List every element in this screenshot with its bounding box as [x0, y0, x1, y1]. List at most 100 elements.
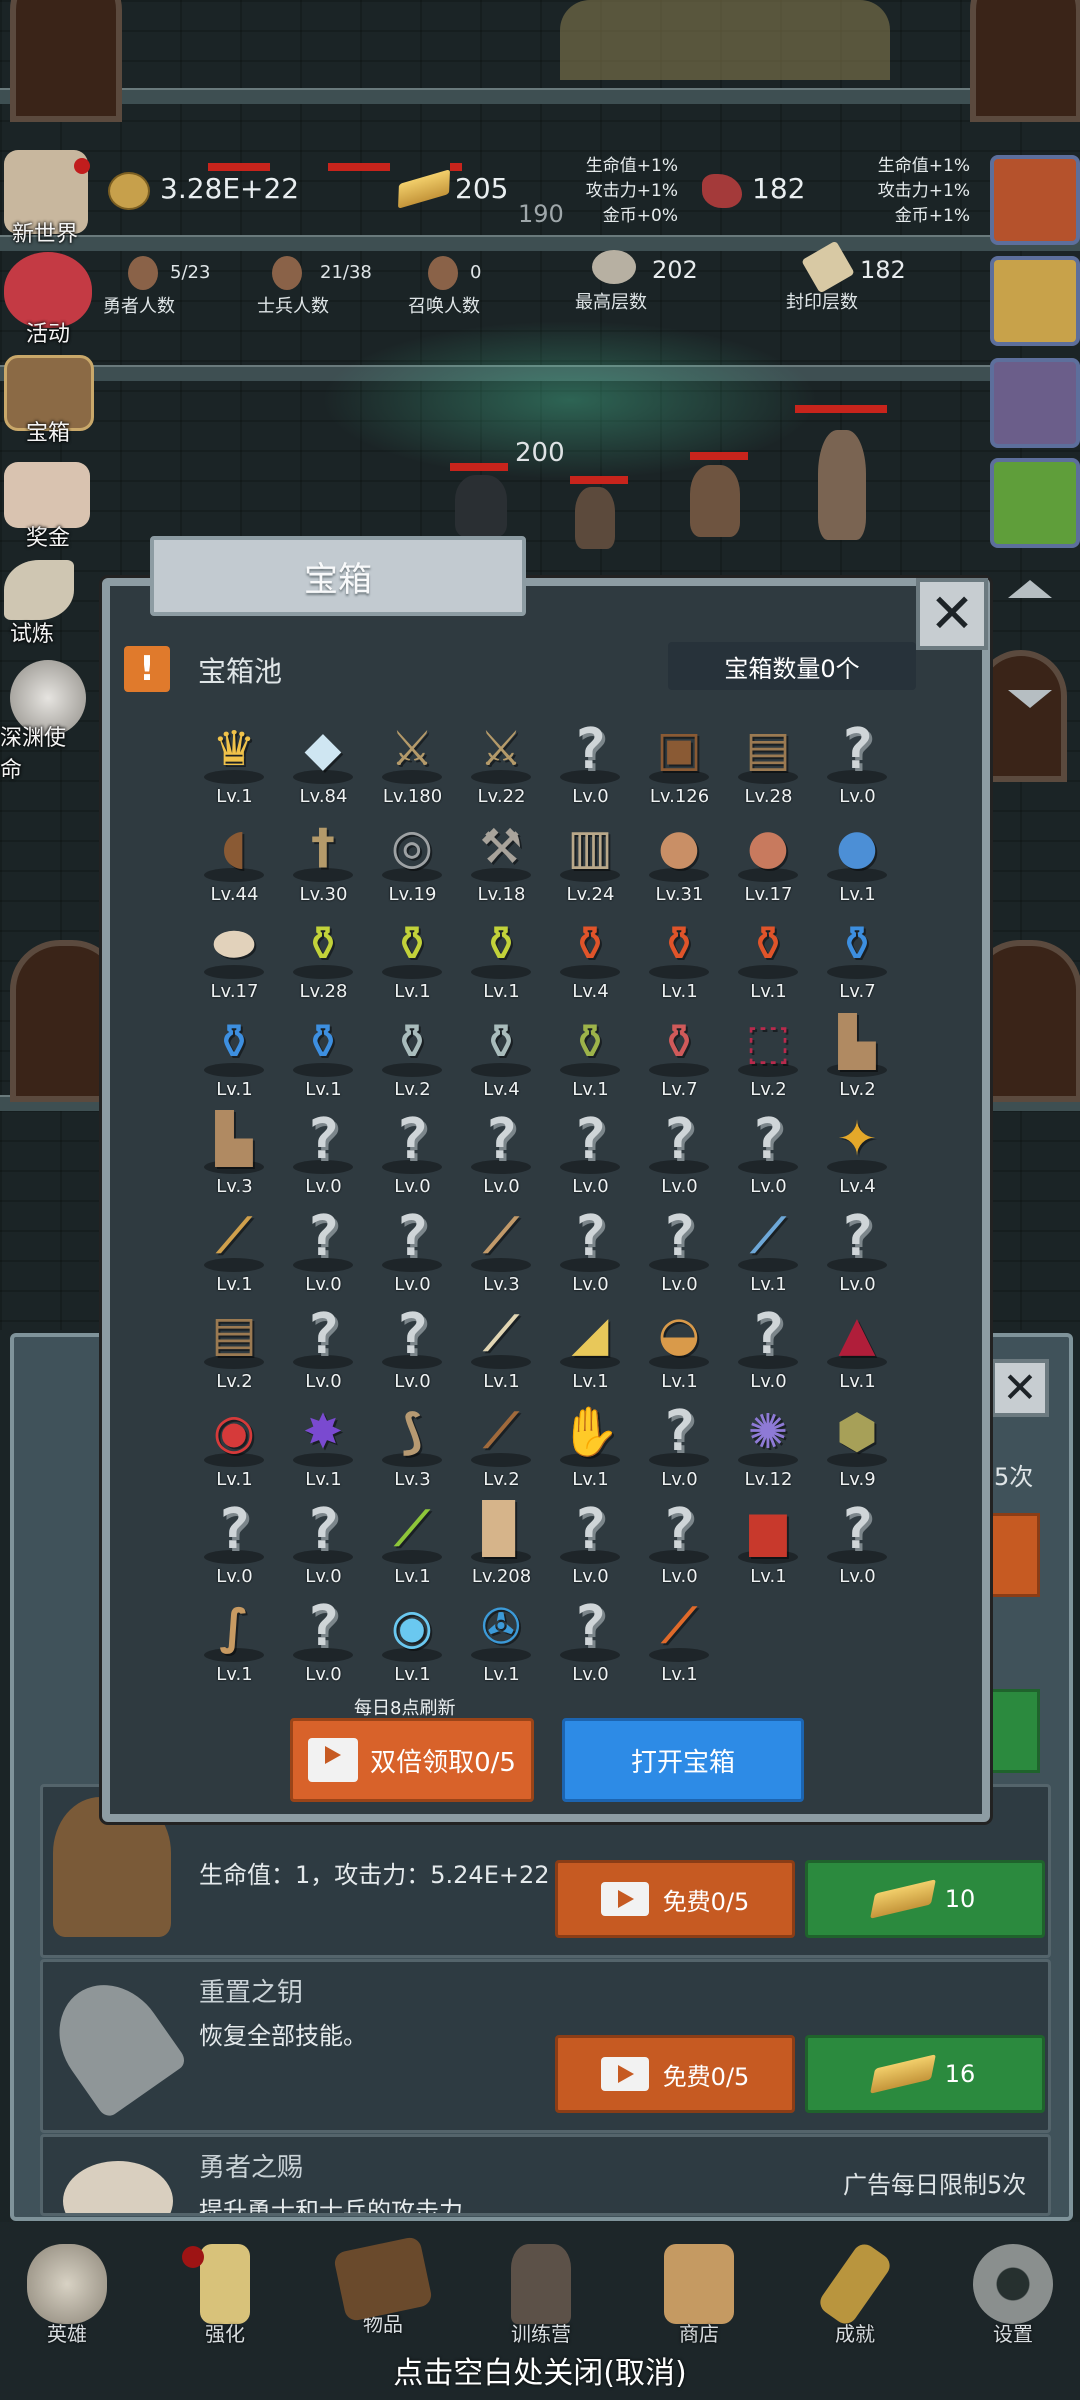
side-menu-new-world[interactable]: 新世界: [4, 150, 90, 247]
chest-item-slot[interactable]: ⚱ Lv.7: [813, 909, 902, 1007]
chest-item-slot[interactable]: ◒ Lv.1: [635, 1299, 724, 1397]
chest-item-slot[interactable]: ? Lv.0: [457, 1104, 546, 1202]
chest-item-slot[interactable]: ⟆ Lv.3: [368, 1397, 457, 1495]
chest-item-slot[interactable]: ⟋ Lv.1: [190, 1202, 279, 1300]
chest-item-slot[interactable]: ✇ Lv.1: [457, 1592, 546, 1690]
chest-item-slot[interactable]: ? Lv.0: [546, 1104, 635, 1202]
chest-item-slot[interactable]: ⟋ Lv.1: [724, 1202, 813, 1300]
chest-item-slot[interactable]: ? Lv.0: [724, 1104, 813, 1202]
chest-item-slot[interactable]: ? Lv.0: [546, 714, 635, 812]
chest-item-slot[interactable]: ⬢ Lv.9: [813, 1397, 902, 1495]
hero-free-button[interactable]: 免费0/5: [555, 1860, 795, 1938]
chest-item-slot[interactable]: ? Lv.0: [279, 1202, 368, 1300]
chest-item-slot[interactable]: ▤ Lv.28: [724, 714, 813, 812]
chest-item-slot[interactable]: ? Lv.0: [279, 1299, 368, 1397]
chest-item-slot[interactable]: ⚱ Lv.1: [546, 1007, 635, 1105]
chest-item-slot[interactable]: ◖ Lv.44: [190, 812, 279, 910]
chest-item-slot[interactable]: ⚱ Lv.1: [635, 909, 724, 1007]
chest-item-slot[interactable]: ⬚ Lv.2: [724, 1007, 813, 1105]
chest-item-slot[interactable]: ⚱ Lv.4: [457, 1007, 546, 1105]
side-menu-chest[interactable]: 宝箱: [4, 355, 94, 446]
double-claim-button[interactable]: 双倍领取0/5: [290, 1718, 534, 1802]
chest-item-slot[interactable]: ◢ Lv.1: [546, 1299, 635, 1397]
chest-item-slot[interactable]: ? Lv.0: [724, 1299, 813, 1397]
chest-item-slot[interactable]: ⚔ Lv.180: [368, 714, 457, 812]
chest-item-slot[interactable]: ? Lv.0: [368, 1299, 457, 1397]
chest-item-slot[interactable]: ◎ Lv.19: [368, 812, 457, 910]
chest-item-slot[interactable]: ⚱ Lv.1: [457, 909, 546, 1007]
chest-item-slot[interactable]: ⚱ Lv.1: [190, 1007, 279, 1105]
chest-item-slot[interactable]: ⟋ Lv.1: [635, 1592, 724, 1690]
nav-upgrade[interactable]: 强化: [170, 2244, 280, 2347]
chest-item-slot[interactable]: ◉ Lv.1: [368, 1592, 457, 1690]
chest-item-slot[interactable]: ● Lv.1: [813, 812, 902, 910]
chest-item-slot[interactable]: ? Lv.0: [635, 1494, 724, 1592]
chest-item-slot[interactable]: ▣ Lv.126: [635, 714, 724, 812]
chest-item-slot[interactable]: ? Lv.0: [279, 1104, 368, 1202]
chest-item-slot[interactable]: ⟋ Lv.1: [457, 1299, 546, 1397]
chest-item-slot[interactable]: ▙ Lv.3: [190, 1104, 279, 1202]
chest-item-slot[interactable]: ? Lv.0: [190, 1494, 279, 1592]
candle-icon[interactable]: [990, 256, 1080, 346]
chest-item-slot[interactable]: ? Lv.0: [368, 1202, 457, 1300]
chest-item-slot[interactable]: ▉ Lv.208: [457, 1494, 546, 1592]
chest-item-slot[interactable]: ▥ Lv.24: [546, 812, 635, 910]
chest-item-slot[interactable]: ▙ Lv.2: [813, 1007, 902, 1105]
chest-item-slot[interactable]: ▤ Lv.2: [190, 1299, 279, 1397]
chest-item-slot[interactable]: † Lv.30: [279, 812, 368, 910]
reset-key-free-button[interactable]: 免费0/5: [555, 2035, 795, 2113]
chest-item-slot[interactable]: ● Lv.31: [635, 812, 724, 910]
chest-item-slot[interactable]: ⚱ Lv.2: [368, 1007, 457, 1105]
chest-item-slot[interactable]: ⚒ Lv.18: [457, 812, 546, 910]
onion-icon[interactable]: [990, 155, 1080, 245]
chest-item-slot[interactable]: ? Lv.0: [546, 1202, 635, 1300]
side-menu-bonus[interactable]: 奖金: [4, 462, 90, 551]
chest-item-slot[interactable]: ▆ Lv.1: [724, 1494, 813, 1592]
chest-item-slot[interactable]: ◉ Lv.1: [190, 1397, 279, 1495]
chest-item-slot[interactable]: ? Lv.0: [546, 1494, 635, 1592]
chest-item-slot[interactable]: ⚱ Lv.1: [368, 909, 457, 1007]
chest-item-slot[interactable]: ? Lv.0: [635, 1397, 724, 1495]
chest-item-slot[interactable]: ∫ Lv.1: [190, 1592, 279, 1690]
chest-item-slot[interactable]: ? Lv.0: [368, 1104, 457, 1202]
chest-item-slot[interactable]: ? Lv.0: [635, 1202, 724, 1300]
scroll-up-arrow-icon[interactable]: [1008, 580, 1052, 598]
nav-settings[interactable]: 设置: [958, 2244, 1068, 2347]
slime-icon[interactable]: [990, 458, 1080, 548]
nav-training-camp[interactable]: 训练营: [486, 2244, 596, 2347]
chest-item-slot[interactable]: ? Lv.0: [813, 1202, 902, 1300]
chest-item-slot[interactable]: ✦ Lv.4: [813, 1104, 902, 1202]
chest-item-slot[interactable]: ⬬ Lv.17: [190, 909, 279, 1007]
chest-item-slot[interactable]: ⚔ Lv.22: [457, 714, 546, 812]
nav-shop[interactable]: 商店: [644, 2244, 754, 2347]
chest-item-slot[interactable]: ⚱ Lv.28: [279, 909, 368, 1007]
chest-item-slot[interactable]: ? Lv.0: [279, 1494, 368, 1592]
side-menu-abyss[interactable]: 深渊使命: [0, 660, 86, 783]
chest-item-slot[interactable]: ? Lv.0: [279, 1592, 368, 1690]
chest-item-slot[interactable]: ✋ Lv.1: [546, 1397, 635, 1495]
panel-close-button[interactable]: ✕: [991, 1359, 1049, 1417]
chest-item-slot[interactable]: ● Lv.17: [724, 812, 813, 910]
chest-item-slot[interactable]: ▲ Lv.1: [813, 1299, 902, 1397]
chest-item-slot[interactable]: ⚱ Lv.1: [724, 909, 813, 1007]
nav-achievements[interactable]: 成就: [800, 2239, 910, 2347]
chest-item-slot[interactable]: ? Lv.0: [813, 714, 902, 812]
reset-key-buy-button[interactable]: 16: [805, 2035, 1045, 2113]
side-menu-trial[interactable]: 试炼: [4, 560, 74, 647]
open-chest-button[interactable]: 打开宝箱: [562, 1718, 804, 1802]
chest-item-slot[interactable]: ⚱ Lv.7: [635, 1007, 724, 1105]
nav-items[interactable]: 物品: [328, 2235, 438, 2337]
modal-close-button[interactable]: ✕: [916, 578, 988, 650]
chest-item-slot[interactable]: ✸ Lv.1: [279, 1397, 368, 1495]
chest-item-slot[interactable]: ♛ Lv.1: [190, 714, 279, 812]
side-menu-events[interactable]: 活动: [4, 252, 92, 347]
scroll-down-arrow-icon[interactable]: [1008, 690, 1052, 708]
chest-item-slot[interactable]: ? Lv.0: [635, 1104, 724, 1202]
chest-item-slot[interactable]: ? Lv.0: [813, 1494, 902, 1592]
chest-item-slot[interactable]: ? Lv.0: [546, 1592, 635, 1690]
close-hint[interactable]: 点击空白处关闭(取消): [0, 2348, 1080, 2392]
nav-heroes[interactable]: 英雄: [12, 2244, 122, 2347]
chest-item-slot[interactable]: ⟋ Lv.3: [457, 1202, 546, 1300]
hero-buy-button[interactable]: 10: [805, 1860, 1045, 1938]
chest-item-slot[interactable]: ⟋ Lv.2: [457, 1397, 546, 1495]
